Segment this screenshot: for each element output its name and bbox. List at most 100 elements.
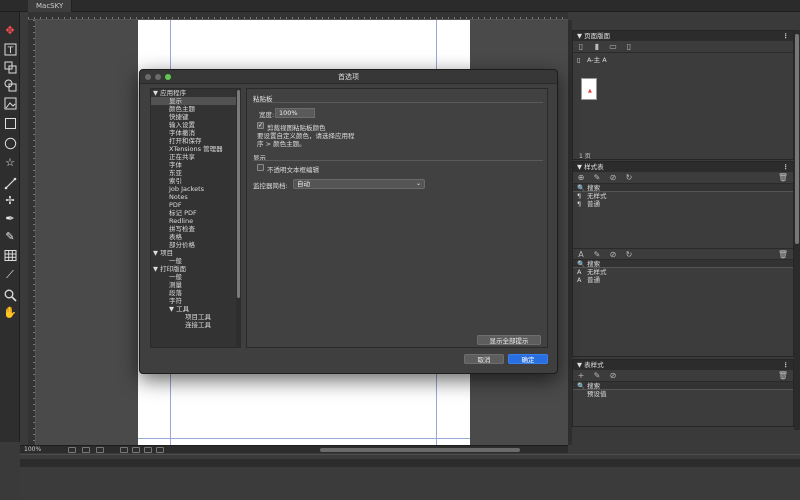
tree-item[interactable]: 拼写检查 <box>151 225 239 233</box>
opaque-text-checkbox[interactable] <box>257 164 264 171</box>
tree-item[interactable]: PDF <box>151 201 239 209</box>
document-tab[interactable]: MacSKY <box>28 0 73 12</box>
style-sheets-header[interactable]: ▼ 样式表 ⋮ <box>573 162 793 172</box>
zoom-tool-icon[interactable] <box>3 288 17 302</box>
tree-item[interactable]: 一般 <box>151 273 239 281</box>
panel-menu-icon[interactable]: ⋮ <box>783 162 790 172</box>
tree-item[interactable]: 项目工具 <box>151 313 239 321</box>
minimize-window-icon[interactable] <box>155 74 161 80</box>
panel-menu-icon[interactable]: ⋮ <box>783 360 790 370</box>
table-tool-icon[interactable] <box>3 248 17 262</box>
dialog-titlebar[interactable]: 首选项 <box>140 70 557 84</box>
picture-tool-icon[interactable] <box>3 96 17 110</box>
spread-view-icon[interactable] <box>132 447 140 453</box>
text-tool-icon[interactable]: T <box>3 42 17 56</box>
horizontal-scrollbar-thumb[interactable] <box>320 448 520 452</box>
refresh-style-icon[interactable]: ↻ <box>625 250 633 259</box>
delete-page-icon[interactable]: ▯ <box>625 42 633 51</box>
page-next-icon[interactable] <box>96 447 104 453</box>
tree-item[interactable]: XTensions 管理器 <box>151 145 239 153</box>
tree-item[interactable]: 标记 PDF <box>151 209 239 217</box>
eyedropper-tool-icon[interactable]: ⟋ <box>3 268 17 282</box>
pan-arrows-icon[interactable]: ✢ <box>3 194 17 208</box>
zoom-level[interactable]: 100% <box>24 446 41 454</box>
trash-icon[interactable]: 🗑 <box>778 250 788 259</box>
tree-item[interactable]: Job Jackets <box>151 185 239 193</box>
hand-tool-icon[interactable]: ✋ <box>3 306 17 320</box>
duplicate-page-icon[interactable]: ▭ <box>609 42 617 51</box>
tree-scrollbar[interactable] <box>236 88 241 348</box>
tree-scrollbar-thumb[interactable] <box>237 90 240 298</box>
tree-item[interactable]: 快捷键 <box>151 113 239 121</box>
tree-item[interactable]: 段落 <box>151 289 239 297</box>
character-style-item[interactable]: A 无样式 <box>573 268 793 276</box>
monitor-profile-select[interactable]: 自动 ⌄ <box>293 179 425 189</box>
tree-item[interactable]: ▼ 打印版面 <box>151 265 239 273</box>
tree-item[interactable]: Notes <box>151 193 239 201</box>
page-layout-header[interactable]: ▼ 页面版面 ⋮ <box>573 31 793 41</box>
master-page-icon[interactable]: ▮ <box>593 42 601 51</box>
pen-tool-icon[interactable]: ✒ <box>3 212 17 226</box>
add-table-style-icon[interactable]: + <box>577 371 585 380</box>
tree-item[interactable]: 测量 <box>151 281 239 289</box>
page-prev-icon[interactable] <box>68 447 76 453</box>
horizontal-ruler[interactable] <box>28 12 568 20</box>
character-style-item[interactable]: A 普通 <box>573 276 793 284</box>
table-style-search[interactable]: 🔍 搜索 <box>573 382 793 390</box>
refresh-style-icon[interactable]: ↻ <box>625 173 633 182</box>
cancel-button[interactable]: 取消 <box>464 354 504 364</box>
tree-item[interactable]: 字体撤消 <box>151 129 239 137</box>
panels-scrollbar-thumb[interactable] <box>795 34 799 244</box>
tree-item[interactable]: 索引 <box>151 177 239 185</box>
edit-style-icon[interactable]: ✎ <box>593 371 601 380</box>
rectangle-tool-icon[interactable] <box>3 116 17 130</box>
duplicate-style-icon[interactable]: ⊘ <box>609 173 617 182</box>
page-thumbnail[interactable]: ▲ <box>581 78 597 100</box>
layer-view-icon[interactable] <box>144 447 152 453</box>
tree-item[interactable]: 字符 <box>151 297 239 305</box>
paragraph-style-search[interactable]: 🔍 搜索 <box>573 184 793 192</box>
zoom-window-icon[interactable] <box>165 74 171 80</box>
tree-item[interactable]: ▼ 工具 <box>151 305 239 313</box>
show-all-tips-button[interactable]: 显示全部提示 <box>477 335 541 345</box>
line-tool-icon[interactable] <box>3 176 17 190</box>
grid-view-icon[interactable] <box>156 447 164 453</box>
paragraph-style-item[interactable]: ¶ 普通 <box>573 200 793 208</box>
duplicate-style-icon[interactable]: ⊘ <box>609 250 617 259</box>
move-tool-icon[interactable]: ✥ <box>3 24 17 38</box>
tree-item[interactable]: ▼ 应用程序 <box>151 89 239 97</box>
tree-item[interactable]: 部分价格 <box>151 241 239 249</box>
tree-item[interactable]: 一般 <box>151 257 239 265</box>
new-character-style-icon[interactable]: A <box>577 250 585 259</box>
tree-item[interactable]: 打开和保存 <box>151 137 239 145</box>
vertical-ruler[interactable] <box>28 20 36 445</box>
tree-item[interactable]: 颜色主题 <box>151 105 239 113</box>
master-page-row[interactable]: ▯ A-主 A <box>573 56 793 64</box>
ok-button[interactable]: 确定 <box>508 354 548 364</box>
close-window-icon[interactable] <box>145 74 151 80</box>
oval-tool-icon[interactable] <box>3 136 17 150</box>
clip-color-checkbox[interactable]: ✓ <box>257 122 264 129</box>
tree-item[interactable]: 字体 <box>151 161 239 169</box>
edit-style-icon[interactable]: ✎ <box>593 173 601 182</box>
page-view-icon[interactable] <box>82 447 90 453</box>
panel-menu-icon[interactable]: ⋮ <box>783 31 790 41</box>
tree-item[interactable]: 表格 <box>151 233 239 241</box>
tree-item[interactable]: 正在共享 <box>151 153 239 161</box>
tree-item[interactable]: Redline <box>151 217 239 225</box>
duplicate-style-icon[interactable]: ⊘ <box>609 371 617 380</box>
edit-style-icon[interactable]: ✎ <box>593 250 601 259</box>
blank-page-icon[interactable]: ▯ <box>577 42 585 51</box>
linking-tool-icon[interactable] <box>3 60 17 74</box>
table-styles-header[interactable]: ▼ 表样式 ⋮ <box>573 360 793 370</box>
tree-item[interactable]: 显示 <box>151 97 239 105</box>
paragraph-style-item[interactable]: ¶ 无样式 <box>573 192 793 200</box>
new-paragraph-style-icon[interactable]: ⊕ <box>577 173 585 182</box>
pencil-tool-icon[interactable]: ✎ <box>3 230 17 244</box>
trash-icon[interactable]: 🗑 <box>778 371 788 380</box>
tree-item[interactable]: 连接工具 <box>151 321 239 329</box>
character-style-search[interactable]: 🔍 搜索 <box>573 260 793 268</box>
table-style-item[interactable]: 预设值 <box>573 390 793 398</box>
trash-icon[interactable]: 🗑 <box>778 173 788 182</box>
tree-item[interactable]: 输入设置 <box>151 121 239 129</box>
